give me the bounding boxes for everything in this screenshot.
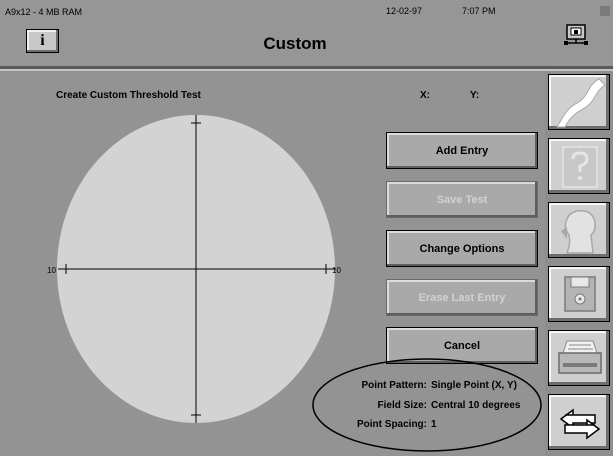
axis-left-label: 10 (47, 266, 56, 275)
add-entry-button[interactable]: Add Entry (386, 132, 538, 169)
field-size-label: Field Size: (377, 400, 427, 411)
help-tool-button[interactable] (548, 138, 610, 194)
axis-right-label: 10 (332, 266, 341, 275)
question-mark-icon (562, 146, 598, 188)
cancel-label: Cancel (443, 339, 481, 352)
print-button[interactable] (548, 330, 610, 386)
field-size-value: Central 10 degrees (431, 400, 521, 411)
save-test-button[interactable]: Save Test (386, 181, 538, 218)
point-spacing-value: 1 (431, 419, 437, 430)
return-button[interactable] (548, 394, 610, 450)
point-pattern-row: Point Pattern: Single Point (X, Y) (320, 380, 550, 394)
app-window: A9x12 - 4 MB RAM 12-02-97 7:07 PM i Cust… (0, 0, 613, 456)
printer-icon (558, 340, 602, 374)
erase-last-entry-label: Erase Last Entry (418, 291, 506, 304)
point-pattern-label: Point Pattern: (361, 380, 427, 391)
point-spacing-row: Point Spacing: 1 (320, 419, 550, 433)
return-arrow-icon (559, 408, 601, 440)
change-options-button[interactable]: Change Options (386, 230, 538, 267)
curve-tool-button[interactable] (548, 74, 610, 130)
patient-tool-button[interactable] (548, 202, 610, 258)
add-entry-label: Add Entry (435, 144, 489, 157)
erase-last-entry-button[interactable]: Erase Last Entry (386, 279, 538, 316)
floppy-disk-icon (564, 276, 596, 312)
field-size-row: Field Size: Central 10 degrees (320, 400, 550, 414)
patient-profile-icon (561, 210, 596, 254)
cancel-button[interactable]: Cancel (386, 327, 538, 364)
point-spacing-label: Point Spacing: (357, 419, 427, 430)
change-options-label: Change Options (419, 242, 505, 255)
save-disk-button[interactable] (548, 266, 610, 322)
point-pattern-value: Single Point (X, Y) (431, 380, 517, 391)
curve-icon (556, 78, 606, 128)
save-test-label: Save Test (436, 193, 488, 206)
